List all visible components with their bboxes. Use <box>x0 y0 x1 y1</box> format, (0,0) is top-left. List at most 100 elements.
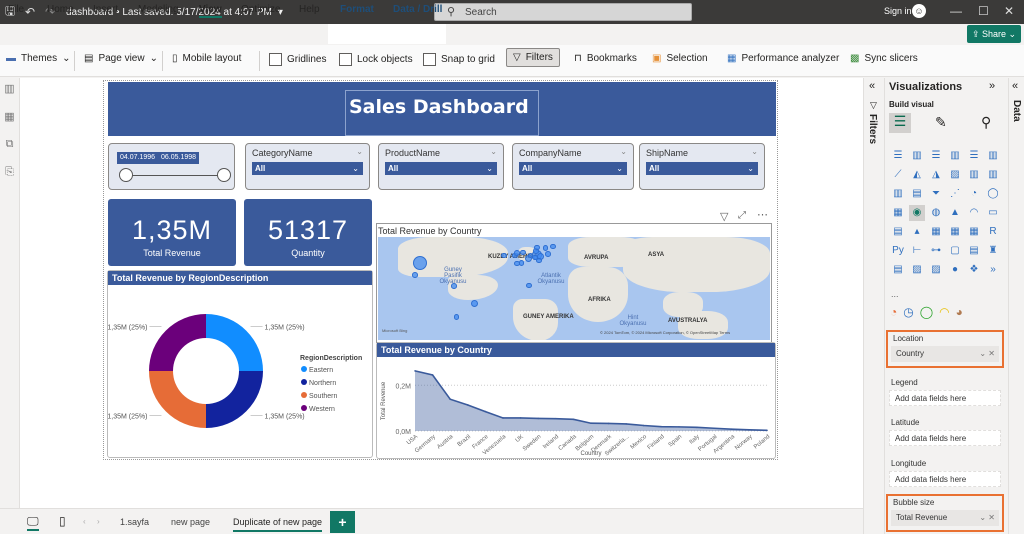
well-drop-zone[interactable]: Add data fields here <box>889 471 1001 487</box>
data-point[interactable] <box>748 429 751 431</box>
data-point[interactable] <box>625 423 627 425</box>
more-visuals-icon[interactable]: ... <box>891 289 899 299</box>
next-page-icon[interactable]: › <box>97 517 100 526</box>
power-automate-visual-icon[interactable]: ▨ <box>928 262 944 278</box>
map-attribution[interactable]: © 2024 TomTom, © 2024 Microsoft Corporat… <box>600 330 730 335</box>
map-bubble[interactable] <box>534 244 540 251</box>
data-point[interactable] <box>502 417 504 419</box>
python-visual-icon[interactable]: Py <box>890 243 906 259</box>
map-bubble[interactable] <box>536 257 542 264</box>
gridlines-checkbox[interactable]: Gridlines <box>269 53 326 66</box>
date-range-slicer[interactable]: 04.07.1996 06.05.1998 <box>108 143 235 190</box>
r-script-visual-icon[interactable]: R <box>985 224 1001 240</box>
category-dropdown[interactable]: All ⌄ <box>252 162 363 175</box>
product-slicer[interactable]: ProductName ⌄ All ⌄ <box>378 143 504 190</box>
pie-custom-visual-icon[interactable]: ◕ <box>956 305 963 319</box>
analytics-icon[interactable]: ⚲ <box>981 114 991 131</box>
donut-chart-visual[interactable]: Total Revenue by RegionDescription 1,35M… <box>107 270 373 458</box>
model-view-icon[interactable]: ⧉ <box>0 134 19 162</box>
product-dropdown[interactable]: All ⌄ <box>385 162 497 175</box>
map-bubble[interactable] <box>453 314 460 320</box>
collapse-icon[interactable]: » <box>989 80 995 92</box>
menu-help[interactable]: Help <box>299 4 320 15</box>
slicer-visual-icon[interactable]: ▦ <box>928 224 944 240</box>
shipname-slicer[interactable]: ShipName ⌄ All ⌄ <box>639 143 765 190</box>
themes-button[interactable]: ▬ Themes ⌄ <box>6 53 71 64</box>
company-dropdown[interactable]: All ⌄ <box>519 162 627 175</box>
table-visual-icon[interactable]: ▦ <box>947 224 963 240</box>
mobile-layout-button[interactable]: ▯ Mobile layout <box>172 53 241 64</box>
search-input[interactable]: ⚲ Search <box>434 3 692 21</box>
snap-to-grid-checkbox[interactable]: Snap to grid <box>423 53 495 66</box>
ribbon-visual-icon[interactable]: ▨ <box>947 167 963 183</box>
chevron-down-icon[interactable]: ⌄ <box>490 147 497 156</box>
arcgis-visual-icon[interactable]: ● <box>947 262 963 278</box>
funnel-bar-visual-icon[interactable]: ▤ <box>909 186 925 202</box>
waterfall-visual-icon[interactable]: ▥ <box>890 186 906 202</box>
focus-mode-icon[interactable]: ⤢ <box>738 210 746 221</box>
chevron-down-icon[interactable]: ⌄ <box>751 147 758 156</box>
map-bubble[interactable] <box>542 245 549 251</box>
gauge-visual-icon[interactable]: ◔ <box>890 305 897 319</box>
data-pane-collapsed[interactable]: « Data <box>1008 78 1024 534</box>
well-drop-zone[interactable]: Add data fields here <box>889 430 1001 446</box>
more-options-icon[interactable]: ⋯ <box>757 208 768 221</box>
data-point[interactable] <box>643 424 645 427</box>
scatter-visual-icon[interactable]: ⋰ <box>947 186 963 202</box>
map-bubble[interactable] <box>550 243 557 250</box>
custom-b-visual-icon[interactable]: » <box>985 262 1001 278</box>
filter-icon[interactable]: ▽ <box>720 210 728 223</box>
matrix-visual-icon[interactable]: ▦ <box>966 224 982 240</box>
paginated-visual-icon[interactable]: ▤ <box>890 262 906 278</box>
speedometer-visual-icon[interactable]: ◠ <box>939 305 949 319</box>
expand-icon[interactable]: « <box>1012 80 1018 92</box>
donut-slice-eastern[interactable] <box>206 314 263 371</box>
bookmarks-button[interactable]: ⊓ Bookmarks <box>574 53 637 64</box>
total-revenue-card[interactable]: 1,35M Total Revenue <box>108 199 236 266</box>
report-view-icon[interactable]: ▥ <box>0 78 19 106</box>
selection-button[interactable]: ▣ Selection <box>652 53 708 64</box>
page-tab[interactable]: new page <box>171 517 210 527</box>
well-drop-zone[interactable]: Add data fields here <box>889 390 1001 406</box>
data-point[interactable] <box>484 410 487 413</box>
ring-visual-icon[interactable]: ◯ <box>920 305 933 319</box>
donut-visual-icon[interactable]: ◯ <box>985 186 1001 202</box>
data-point[interactable] <box>414 370 416 372</box>
funnel-visual-icon[interactable]: ⏷ <box>928 186 944 202</box>
azure-map-visual-icon[interactable]: ▲ <box>947 205 963 221</box>
map-bubble[interactable] <box>412 272 418 279</box>
company-slicer[interactable]: CompanyName ⌄ All ⌄ <box>512 143 634 190</box>
area-chart-visual[interactable]: Total Revenue by Country 0,0M 0,2M USA Germ… <box>376 342 776 459</box>
filters-button[interactable]: ▽ Filters <box>506 48 560 67</box>
menu-modeling[interactable]: Modeling <box>138 4 179 15</box>
data-point[interactable] <box>607 422 610 425</box>
data-point[interactable] <box>660 425 663 428</box>
data-point[interactable] <box>590 422 592 425</box>
end-date[interactable]: 06.05.1998 <box>158 152 200 164</box>
quantity-card[interactable]: 51317 Quantity <box>244 199 372 266</box>
filters-pane-collapsed[interactable]: « ▽ Filters <box>863 78 884 534</box>
donut-slice-northern[interactable] <box>206 371 263 428</box>
data-point[interactable] <box>731 428 733 430</box>
data-point[interactable] <box>467 404 469 406</box>
map-bubble[interactable] <box>471 299 479 307</box>
line-visual-icon[interactable]: ⟋ <box>890 167 906 183</box>
table-view-icon[interactable]: ▦ <box>0 106 19 134</box>
map-bubble[interactable] <box>526 282 533 289</box>
chevron-remove-icons[interactable]: ⌄ ✕ <box>979 510 995 525</box>
data-point[interactable] <box>431 374 434 376</box>
kpi-visual-icon[interactable]: ▴ <box>909 224 925 240</box>
data-point[interactable] <box>519 417 522 419</box>
data-point[interactable] <box>537 417 539 420</box>
performance-analyzer-button[interactable]: ▦ Performance analyzer <box>727 53 839 64</box>
legend-item[interactable]: Southern <box>309 393 338 400</box>
bubble-map[interactable]: KUZEY AMERIKA AVRUPA ASYA AFRIKA GUNEY A… <box>378 237 770 340</box>
menu-home[interactable]: Home <box>47 4 74 15</box>
data-point[interactable] <box>449 398 451 401</box>
map-bubble[interactable] <box>519 249 526 256</box>
data-point[interactable] <box>678 426 680 428</box>
well-field-chip[interactable]: Total Revenue ⌄ ✕ <box>891 510 999 526</box>
line-column-visual-icon[interactable]: ▥ <box>966 167 982 183</box>
menu-data-drill[interactable]: Data / Drill <box>393 4 442 15</box>
close-icon[interactable]: ✕ <box>1004 4 1014 18</box>
